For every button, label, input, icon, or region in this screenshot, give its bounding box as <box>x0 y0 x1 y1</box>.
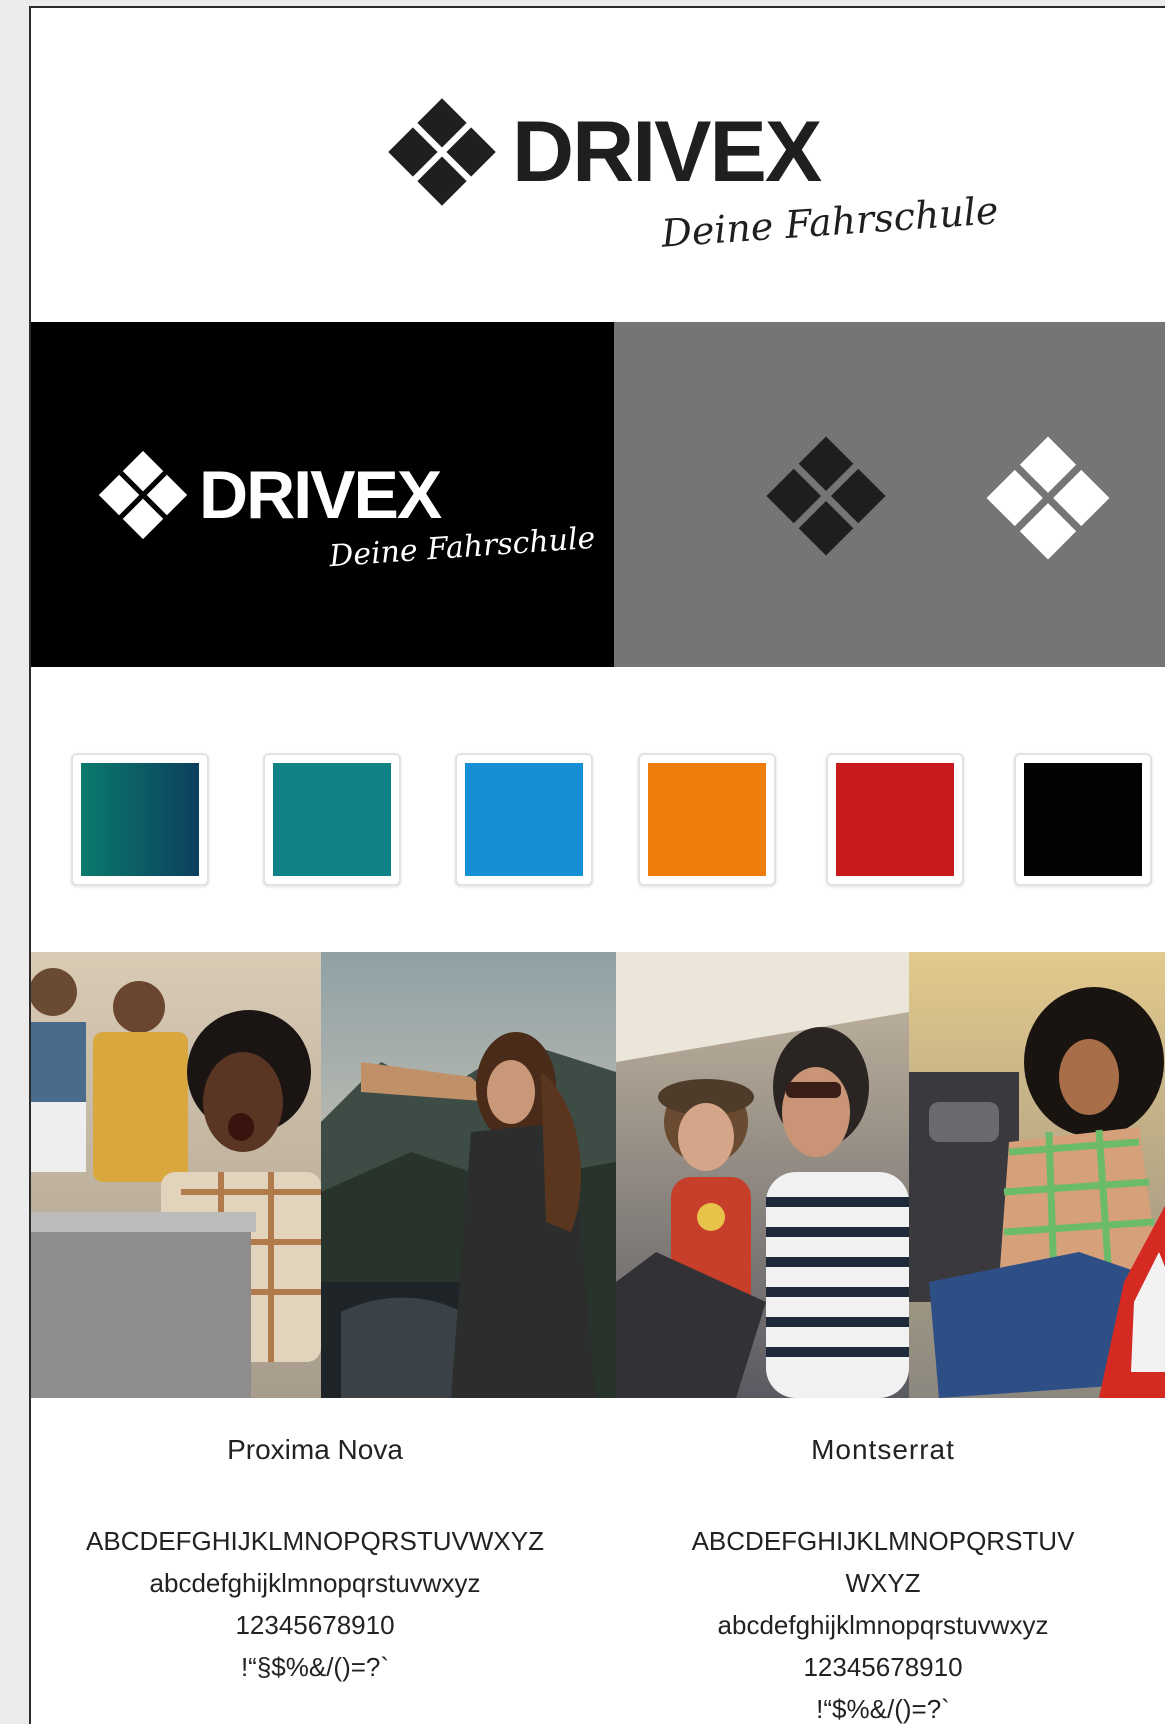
secondary-typeface: Montserrat ABCDEFGHIJKLMNOPQRSTUV WXYZ a… <box>599 1408 1165 1724</box>
dark-background-panel: DRIVEX Deine Fahrschule <box>31 322 614 667</box>
swatch-fill <box>81 763 199 876</box>
sample-uppercase: ABCDEFGHIJKLMNOPQRSTUVWXYZ <box>86 1526 544 1556</box>
font-name: Montserrat <box>811 1434 955 1465</box>
diamond-mark-light-icon <box>986 436 1110 560</box>
color-palette <box>31 753 1165 888</box>
swatch-fill <box>836 763 954 876</box>
roadside-phone-photo <box>909 952 1165 1398</box>
diamond-mark-dark-icon <box>766 436 886 556</box>
primary-logo: DRIVEX <box>386 96 822 208</box>
sample-numbers: 12345678910 <box>803 1652 963 1682</box>
swatch-red <box>826 753 964 886</box>
car-friends-photo <box>616 952 909 1398</box>
logo-wordmark: DRIVEX <box>512 104 822 200</box>
sample-uppercase: ABCDEFGHIJKLMNOPQRSTUV <box>691 1526 1075 1556</box>
inverted-logo: DRIVEX <box>97 449 442 541</box>
gray-background-panel <box>614 322 1165 667</box>
hero-logo-section: DRIVEX Deine Fahrschule <box>31 8 1165 320</box>
swatch-black <box>1014 753 1152 886</box>
swatch-teal-gradient <box>71 753 209 886</box>
swatch-fill <box>648 763 766 876</box>
swatch-fill <box>1024 763 1142 876</box>
swatch-blue <box>455 753 593 886</box>
mountain-car-photo <box>321 952 616 1398</box>
photo-strip <box>31 952 1165 1398</box>
sample-symbols: !“§$%&/()=?` <box>240 1652 390 1682</box>
font-sample: ABCDEFGHIJKLMNOPQRSTUVWXYZ abcdefghijklm… <box>31 1520 599 1688</box>
diamond-logo-icon <box>98 450 188 540</box>
sample-lowercase: abcdefghijklmnopqrstuvwxyz <box>149 1568 481 1598</box>
friends-laptop-photo <box>31 952 321 1398</box>
sample-lowercase: abcdefghijklmnopqrstuvwxyz <box>717 1610 1049 1640</box>
swatch-teal <box>263 753 401 886</box>
brand-sheet: DRIVEX Deine Fahrschule DRIVEX Deine Fah… <box>29 6 1165 1724</box>
logo-wordmark: DRIVEX <box>199 457 442 533</box>
diamond-logo-icon <box>388 98 496 206</box>
swatch-fill <box>465 763 583 876</box>
sample-uppercase-cont: WXYZ <box>845 1568 921 1598</box>
font-name: Proxima Nova <box>227 1434 403 1465</box>
sample-numbers: 12345678910 <box>235 1610 395 1640</box>
logo-variants-band: DRIVEX Deine Fahrschule <box>31 322 1165 667</box>
font-sample: ABCDEFGHIJKLMNOPQRSTUV WXYZ abcdefghijkl… <box>599 1520 1165 1724</box>
sample-symbols: !“$%&/()=?` <box>816 1694 950 1724</box>
swatch-orange <box>638 753 776 886</box>
primary-typeface: Proxima Nova ABCDEFGHIJKLMNOPQRSTUVWXYZ … <box>31 1408 599 1688</box>
swatch-fill <box>273 763 391 876</box>
